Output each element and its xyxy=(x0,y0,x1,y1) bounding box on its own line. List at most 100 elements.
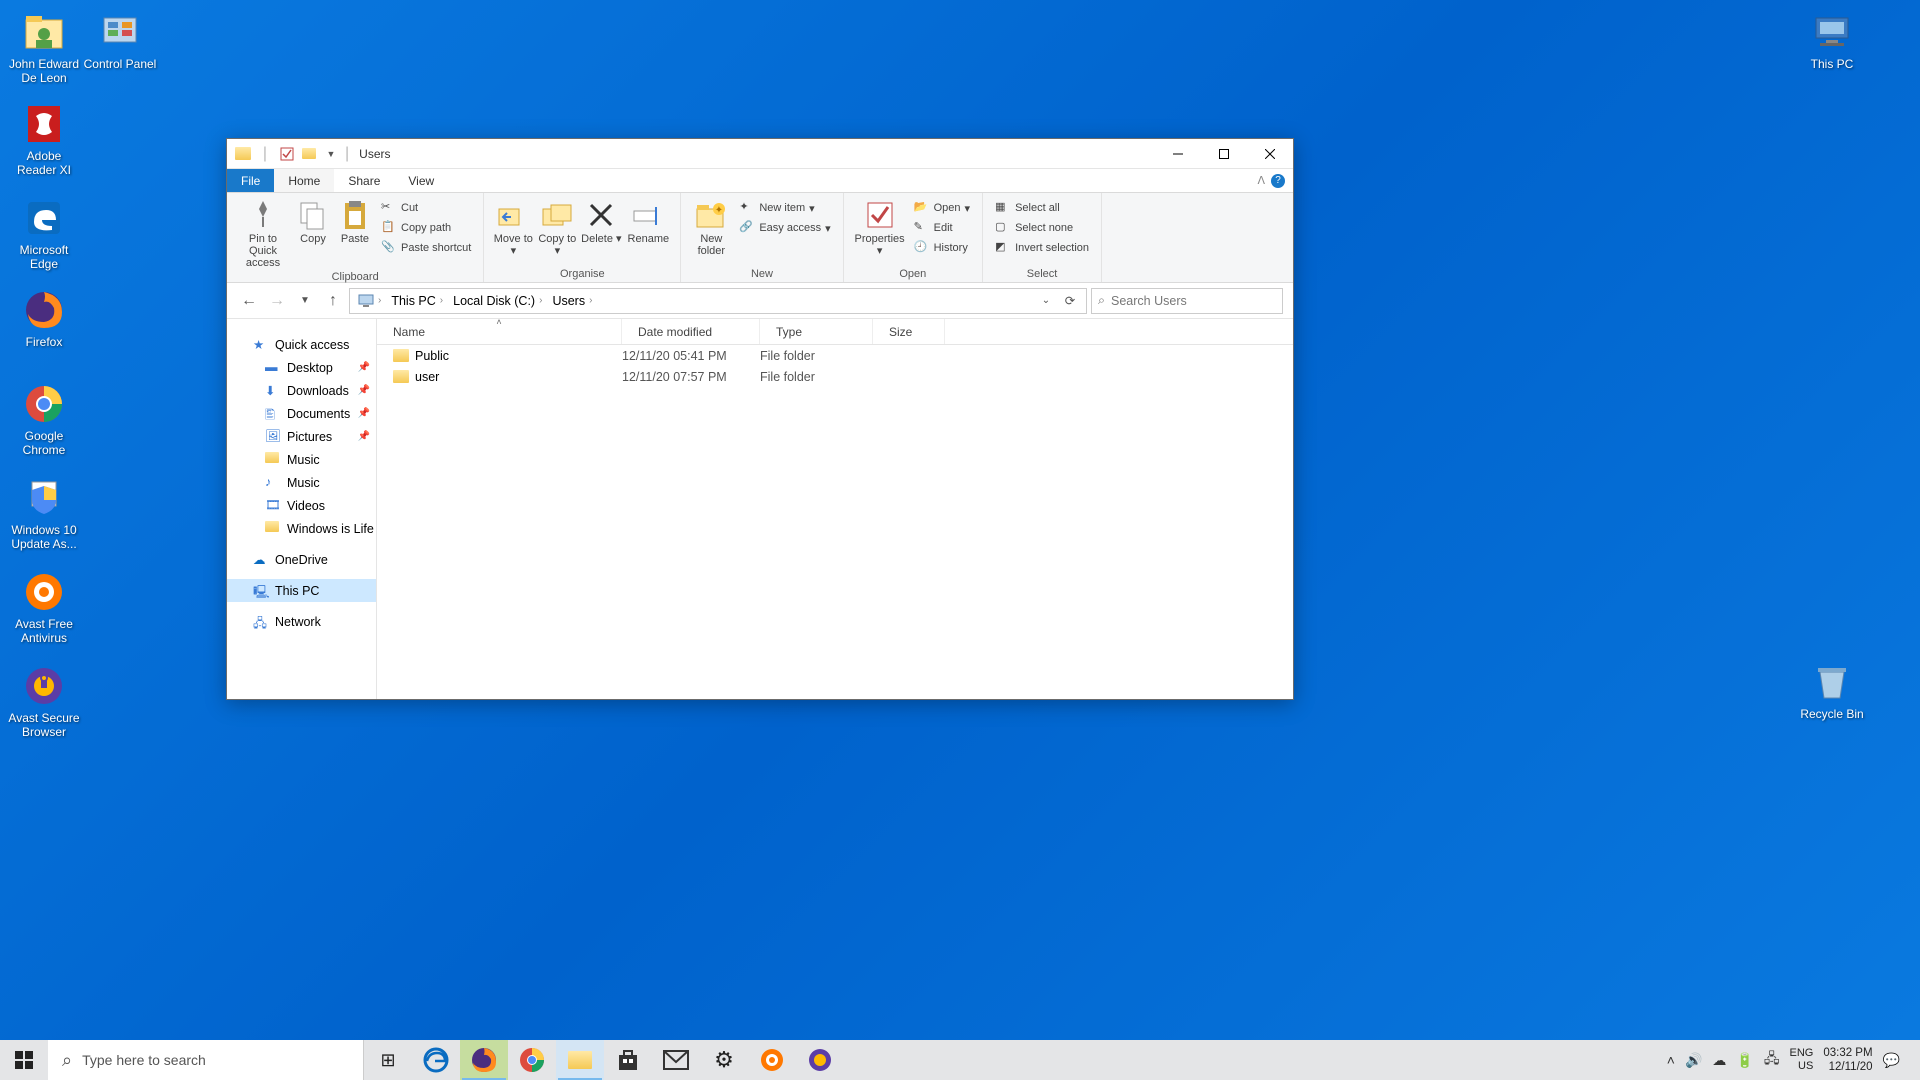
edit-button[interactable]: ✎Edit xyxy=(910,219,974,237)
column-header-name[interactable]: Name˄ xyxy=(377,319,622,344)
minimize-button[interactable] xyxy=(1155,139,1201,169)
taskbar-settings[interactable]: ⚙ xyxy=(700,1040,748,1080)
column-header-size[interactable]: Size xyxy=(873,319,945,344)
taskbar-avast-browser[interactable] xyxy=(796,1040,844,1080)
network-icon[interactable]: 🖧 xyxy=(1764,1048,1780,1072)
tab-view[interactable]: View xyxy=(394,169,448,192)
forward-button[interactable]: → xyxy=(265,289,289,313)
task-view-button[interactable]: ⊞ xyxy=(364,1040,412,1080)
desktop-icon-this-pc[interactable]: This PC xyxy=(1794,10,1870,71)
nav-desktop[interactable]: ▬Desktop📌 xyxy=(227,356,376,379)
new-folder-button[interactable]: ✦ New folder xyxy=(689,197,733,257)
column-header-date[interactable]: Date modified xyxy=(622,319,760,344)
qat-properties-icon[interactable] xyxy=(277,144,297,164)
delete-button[interactable]: Delete ▾ xyxy=(580,197,622,245)
taskbar-mail[interactable] xyxy=(652,1040,700,1080)
desktop-icon-adobe-reader[interactable]: Adobe Reader XI xyxy=(6,102,82,177)
copy-path-button[interactable]: 📋Copy path xyxy=(377,219,475,237)
maximize-button[interactable] xyxy=(1201,139,1247,169)
volume-icon[interactable]: 🔊 xyxy=(1685,1052,1702,1069)
start-button[interactable] xyxy=(0,1040,48,1080)
action-center-icon[interactable]: 💬 xyxy=(1883,1052,1900,1069)
desktop-icon-control-panel[interactable]: Control Panel xyxy=(82,10,158,71)
recent-locations-button[interactable]: ▼ xyxy=(293,289,317,313)
nav-quick-access[interactable]: ★Quick access xyxy=(227,333,376,356)
tab-home[interactable]: Home xyxy=(274,169,334,192)
tray-overflow-icon[interactable]: ˄ xyxy=(1667,1052,1675,1068)
file-row[interactable]: user 12/11/20 07:57 PM File folder xyxy=(377,366,1293,387)
nav-windows-is-life[interactable]: Windows is Life xyxy=(227,517,376,540)
nav-network[interactable]: 🖧Network xyxy=(227,610,376,633)
breadcrumb-pc-icon[interactable]: › xyxy=(354,294,385,308)
breadcrumb-item[interactable]: Local Disk (C:)› xyxy=(449,294,546,308)
desktop-icon-edge[interactable]: Microsoft Edge xyxy=(6,196,82,271)
taskbar-search-input[interactable]: ⌕ Type here to search xyxy=(48,1040,364,1080)
nav-videos[interactable]: 🎞Videos xyxy=(227,494,376,517)
select-all-button[interactable]: ▦Select all xyxy=(991,199,1093,217)
rename-button[interactable]: Rename xyxy=(624,197,672,245)
up-button[interactable]: ↑ xyxy=(321,289,345,313)
desktop-icon-label: Google Chrome xyxy=(6,429,82,457)
collapse-ribbon-icon[interactable]: ᐱ xyxy=(1257,174,1265,187)
nav-downloads[interactable]: ⬇Downloads📌 xyxy=(227,379,376,402)
file-row[interactable]: Public 12/11/20 05:41 PM File folder xyxy=(377,345,1293,366)
taskbar-avast[interactable] xyxy=(748,1040,796,1080)
desktop-icon-win-update[interactable]: Windows 10 Update As... xyxy=(6,476,82,551)
back-button[interactable]: ← xyxy=(237,289,261,313)
close-button[interactable] xyxy=(1247,139,1293,169)
nav-pictures[interactable]: 🖼Pictures📌 xyxy=(227,425,376,448)
titlebar[interactable]: | ▼ | Users xyxy=(227,139,1293,169)
easy-access-button[interactable]: 🔗Easy access ▾ xyxy=(735,219,834,237)
clock[interactable]: 03:32 PM 12/11/20 xyxy=(1823,1046,1872,1074)
avast-icon xyxy=(760,1048,784,1072)
taskbar-edge[interactable] xyxy=(412,1040,460,1080)
taskbar-store[interactable] xyxy=(604,1040,652,1080)
language-indicator[interactable]: ENG US xyxy=(1789,1047,1813,1073)
desktop-icon-avast-browser[interactable]: Avast Secure Browser xyxy=(6,664,82,739)
properties-button[interactable]: Properties ▾ xyxy=(852,197,908,257)
desktop-icon-recycle-bin[interactable]: Recycle Bin xyxy=(1794,660,1870,721)
desktop-icon-chrome[interactable]: Google Chrome xyxy=(6,382,82,457)
select-none-button[interactable]: ▢Select none xyxy=(991,219,1093,237)
tab-file[interactable]: File xyxy=(227,169,274,192)
new-item-button[interactable]: ✦New item ▾ xyxy=(735,199,834,217)
desktop-icon-firefox[interactable]: Firefox xyxy=(6,288,82,349)
copy-to-button[interactable]: Copy to ▾ xyxy=(536,197,578,257)
column-header-type[interactable]: Type xyxy=(760,319,873,344)
pin-quick-access-button[interactable]: Pin to Quick access xyxy=(235,197,291,269)
search-input[interactable]: ⌕ Search Users xyxy=(1091,288,1283,314)
move-to-button[interactable]: Move to ▾ xyxy=(492,197,534,257)
open-icon: 📂 xyxy=(914,200,930,216)
onedrive-tray-icon[interactable]: ☁ xyxy=(1712,1052,1726,1069)
copy-button[interactable]: Copy xyxy=(293,197,333,245)
desktop-icon-avast[interactable]: Avast Free Antivirus xyxy=(6,570,82,645)
address-dropdown-button[interactable]: ⌄ xyxy=(1034,289,1058,313)
paste-shortcut-button[interactable]: 📎Paste shortcut xyxy=(377,239,475,257)
paste-button[interactable]: Paste xyxy=(335,197,375,245)
taskbar-chrome[interactable] xyxy=(508,1040,556,1080)
refresh-button[interactable]: ⟳ xyxy=(1058,289,1082,313)
help-icon[interactable]: ? xyxy=(1271,174,1285,188)
tab-share[interactable]: Share xyxy=(334,169,394,192)
navigation-pane[interactable]: ★Quick access ▬Desktop📌 ⬇Downloads📌 🖺Doc… xyxy=(227,319,377,699)
cut-button[interactable]: ✂Cut xyxy=(377,199,475,217)
nav-music[interactable]: Music xyxy=(227,448,376,471)
file-list-pane: Name˄ Date modified Type Size Public 12/… xyxy=(377,319,1293,699)
taskbar-firefox[interactable] xyxy=(460,1040,508,1080)
breadcrumb-item[interactable]: Users› xyxy=(548,294,596,308)
address-bar[interactable]: › This PC› Local Disk (C:)› Users› ⌄ ⟳ xyxy=(349,288,1087,314)
qat-new-folder-icon[interactable] xyxy=(299,144,319,164)
nav-this-pc[interactable]: 🖳This PC xyxy=(227,579,376,602)
history-button[interactable]: 🕘History xyxy=(910,239,974,257)
taskbar-file-explorer[interactable] xyxy=(556,1040,604,1080)
onedrive-icon: ☁ xyxy=(253,552,269,568)
invert-selection-button[interactable]: ◩Invert selection xyxy=(991,239,1093,257)
qat-dropdown-icon[interactable]: ▼ xyxy=(321,144,341,164)
nav-onedrive[interactable]: ☁OneDrive xyxy=(227,548,376,571)
nav-documents[interactable]: 🖺Documents📌 xyxy=(227,402,376,425)
battery-icon[interactable]: 🔋 xyxy=(1736,1052,1753,1069)
breadcrumb-item[interactable]: This PC› xyxy=(387,294,447,308)
desktop-icon-user-folder[interactable]: John Edward De Leon xyxy=(6,10,82,85)
open-button[interactable]: 📂Open ▾ xyxy=(910,199,974,217)
nav-music-2[interactable]: ♪Music xyxy=(227,471,376,494)
